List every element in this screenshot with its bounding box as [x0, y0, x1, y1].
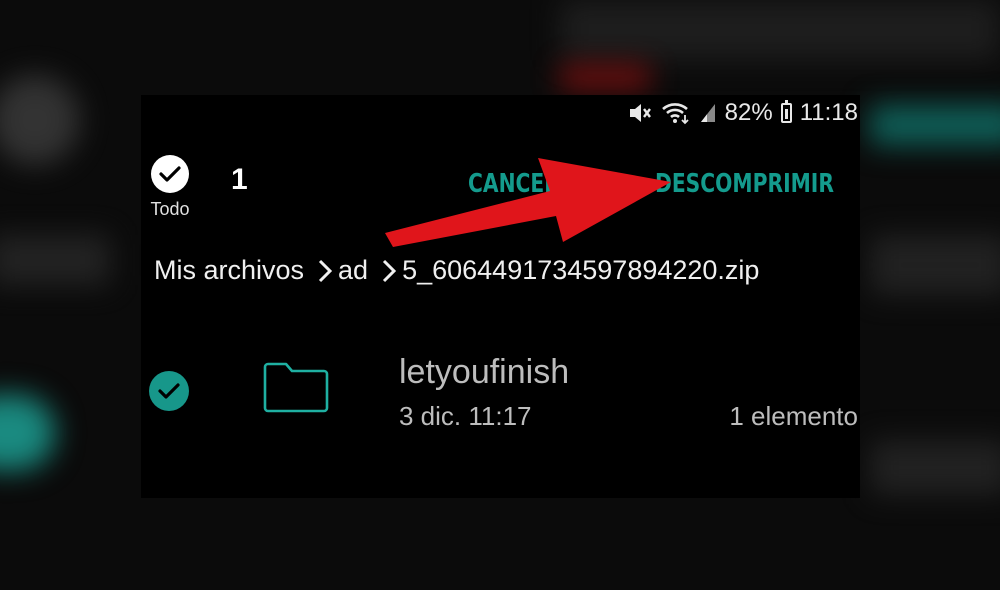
battery-percent: 82% [724, 99, 773, 126]
signal-icon [699, 102, 717, 124]
check-circle-icon [151, 155, 189, 193]
blurred-background [870, 235, 1000, 295]
file-item-count: 1 elemento [729, 401, 858, 431]
file-name: letyoufinish [399, 353, 570, 391]
file-date: 3 dic. 11:17 [399, 401, 532, 431]
clock: 11:18 [799, 99, 858, 126]
battery-icon [780, 100, 792, 123]
blurred-background [560, 65, 650, 90]
breadcrumb: Mis archivos ad 5_6064491734597894220.zi… [154, 255, 759, 286]
wifi-icon [661, 101, 691, 125]
blurred-background [870, 105, 1000, 145]
blurred-background [560, 0, 1000, 60]
folder-icon [262, 359, 330, 420]
breadcrumb-item-download[interactable]: ad [338, 255, 368, 286]
blurred-background [870, 440, 1000, 495]
decompress-button[interactable]: DESCOMPRIMIR [655, 169, 834, 199]
select-all-toggle[interactable]: Todo [149, 155, 191, 220]
annotation-arrow-icon [385, 158, 671, 247]
breadcrumb-item-my-files[interactable]: Mis archivos [154, 255, 304, 286]
chevron-right-icon [382, 259, 397, 283]
blurred-background [0, 75, 80, 165]
status-bar: 82% 11:18 [627, 95, 860, 131]
mute-icon [627, 101, 653, 125]
check-circle-icon[interactable] [149, 371, 189, 411]
blurred-background [0, 235, 110, 285]
list-item[interactable]: letyoufinish 3 dic. 11:17 1 elemento [141, 345, 860, 445]
breadcrumb-item-zip[interactable]: 5_6064491734597894220.zip [402, 255, 759, 286]
chevron-right-icon [318, 259, 333, 283]
select-all-label: Todo [150, 199, 190, 219]
selected-count: 1 [231, 163, 248, 196]
blurred-background [0, 395, 55, 470]
